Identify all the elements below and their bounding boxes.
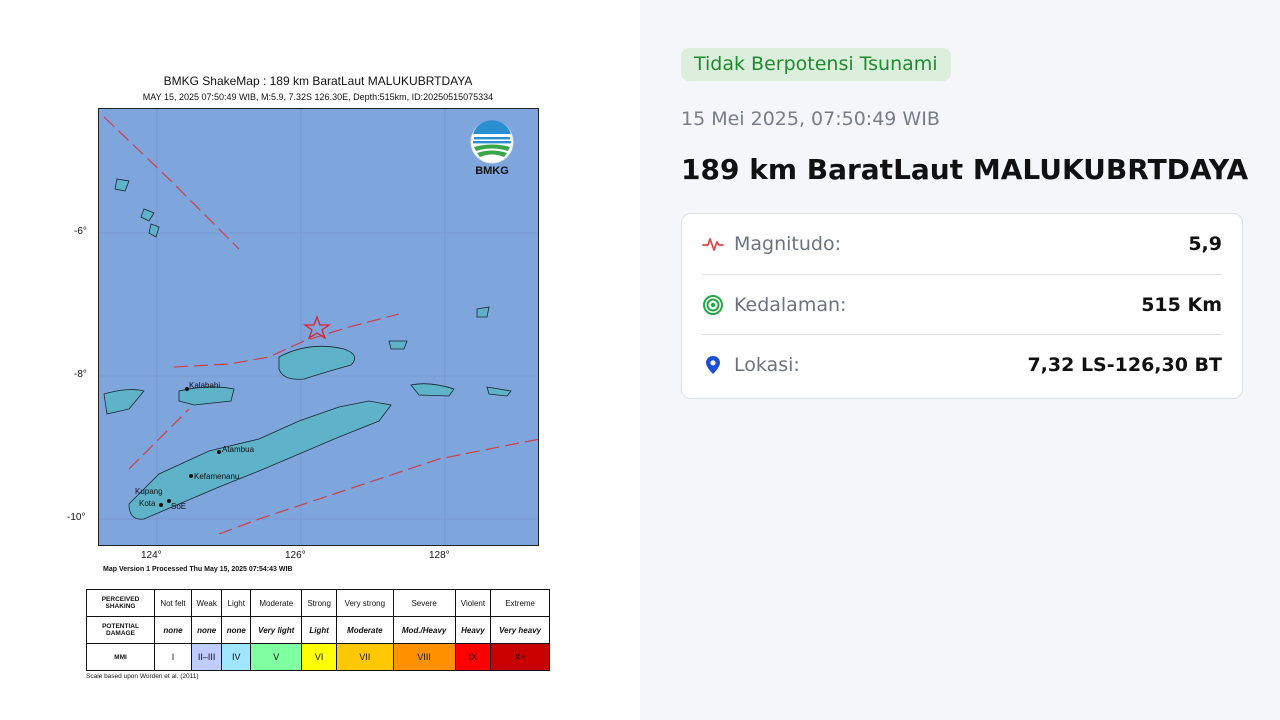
shaking-cell: Moderate <box>250 589 303 617</box>
shaking-cell: Not felt <box>154 589 192 617</box>
shaking-cell: Violent <box>454 589 492 617</box>
damage-cell: Light <box>301 616 337 644</box>
mmi-cell: VIII <box>392 643 456 671</box>
damage-cell: Mod./Heavy <box>392 616 456 644</box>
shaking-cell: Very strong <box>335 589 394 617</box>
depth-value: 515 Km <box>1141 293 1222 316</box>
bmkg-emblem-icon <box>470 120 514 164</box>
mmi-cell: VII <box>335 643 394 671</box>
magnitude-row: Magnitudo: 5,9 <box>702 214 1222 274</box>
damage-cell: none <box>221 616 252 644</box>
mmi-cell: II–III <box>190 643 223 671</box>
mmi-row: MMI I II–III IV V VI VII VIII IX X+ <box>86 643 550 671</box>
potential-damage-row: POTENTIAL DAMAGE none none none Very light L… <box>86 616 550 644</box>
mmi-scale-table: PERCEIVED SHAKING Not felt Weak Light Moder… <box>86 589 550 671</box>
damage-cell: Very heavy <box>490 616 550 644</box>
map-subtitle: MAY 15, 2025 07:50:49 WIB, M:5.9, 7.32S … <box>142 92 494 102</box>
bmkg-logo: BMKG <box>468 120 516 180</box>
location-label: Lokasi: <box>734 353 800 376</box>
row-header: POTENTIAL DAMAGE <box>86 616 155 644</box>
map-title: BMKG ShakeMap : 189 km BaratLaut MALUKUB… <box>163 74 473 88</box>
place-label-kupang: Kupang <box>135 487 163 496</box>
damage-cell: none <box>190 616 223 644</box>
damage-cell: none <box>154 616 192 644</box>
mmi-cell: VI <box>301 643 337 671</box>
event-datetime: 15 Mei 2025, 07:50:49 WIB <box>681 108 940 130</box>
place-label-kalabahi: Kalabahi <box>189 381 221 390</box>
pulse-icon <box>702 238 724 251</box>
place-label-kefamenanu: Kefamenanu <box>194 472 240 481</box>
place-label-soe: SoE <box>171 502 187 511</box>
location-value: 7,32 LS-126,30 BT <box>1027 353 1222 376</box>
y-tick-label: -6° <box>74 226 87 237</box>
shaking-cell: Strong <box>301 589 337 617</box>
depth-label: Kedalaman: <box>734 293 847 316</box>
magnitude-label: Magnitudo: <box>734 233 841 255</box>
location-row: Lokasi: 7,32 LS-126,30 BT <box>702 334 1222 394</box>
y-tick-label: -8° <box>74 369 87 380</box>
scale-note: Scale based upon Worden et al. (2011) <box>86 673 199 680</box>
map-pin-icon <box>706 355 720 374</box>
mmi-cell: X+ <box>490 643 550 671</box>
earthquake-details-card: Magnitudo: 5,9 Kedalaman: 515 Km Lokasi:… <box>681 213 1243 399</box>
perceived-shaking-row: PERCEIVED SHAKING Not felt Weak Light Moder… <box>86 589 550 617</box>
mmi-cell: V <box>250 643 303 671</box>
x-tick-label: 124° <box>141 550 162 561</box>
place-label-kota: Kota <box>139 499 156 508</box>
place-label-atambua: Atambua <box>222 445 255 454</box>
bmkg-logo-text: BMKG <box>475 165 509 177</box>
event-location-title: 189 km BaratLaut MALUKUBRTDAYA <box>681 153 1249 186</box>
tsunami-status-badge: Tidak Berpotensi Tsunami <box>681 48 951 81</box>
target-icon <box>703 294 723 315</box>
row-header: MMI <box>86 643 155 671</box>
mmi-cell: IX <box>454 643 492 671</box>
shaking-cell: Weak <box>190 589 223 617</box>
x-tick-label: 126° <box>285 550 306 561</box>
x-tick-label: 128° <box>429 550 450 561</box>
magnitude-value: 5,9 <box>1188 233 1222 255</box>
shaking-cell: Extreme <box>490 589 550 617</box>
shaking-cell: Severe <box>392 589 456 617</box>
damage-cell: Heavy <box>454 616 492 644</box>
page: BMKG ShakeMap : 189 km BaratLaut MALUKUB… <box>0 0 1280 720</box>
mmi-cell: I <box>154 643 192 671</box>
damage-cell: Moderate <box>335 616 394 644</box>
shaking-cell: Light <box>221 589 252 617</box>
shakemap-panel: BMKG ShakeMap : 189 km BaratLaut MALUKUB… <box>0 0 640 720</box>
mmi-cell: IV <box>221 643 252 671</box>
damage-cell: Very light <box>250 616 303 644</box>
map-version-text: Map Version 1 Processed Thu May 15, 2025… <box>103 566 293 573</box>
info-panel: Tidak Berpotensi Tsunami 15 Mei 2025, 07… <box>640 0 1280 720</box>
depth-row: Kedalaman: 515 Km <box>702 274 1222 334</box>
y-tick-label: -10° <box>67 512 86 523</box>
row-header: PERCEIVED SHAKING <box>86 589 155 617</box>
